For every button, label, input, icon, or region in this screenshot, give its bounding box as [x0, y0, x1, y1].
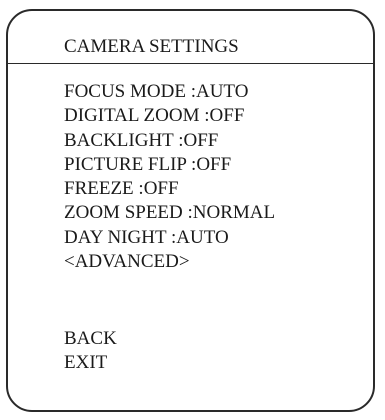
menu-item-freeze[interactable]: FREEZE :OFF — [64, 177, 275, 201]
navigation-list: BACK EXIT — [64, 327, 117, 376]
menu-item-value: OFF — [196, 153, 232, 175]
menu-item-backlight[interactable]: BACKLIGHT :OFF — [64, 129, 275, 153]
menu-item-label: DAY NIGHT — [64, 226, 167, 248]
menu-item-zoom-speed[interactable]: ZOOM SPEED :NORMAL — [64, 201, 275, 225]
menu-item-value: OFF — [183, 129, 219, 151]
menu-item-value: AUTO — [176, 226, 229, 248]
menu-item-focus-mode[interactable]: FOCUS MODE :AUTO — [64, 80, 275, 104]
menu-title: CAMERA SETTINGS — [64, 36, 239, 57]
exit-button[interactable]: EXIT — [64, 351, 117, 375]
title-divider — [6, 63, 375, 64]
menu-item-advanced[interactable]: <ADVANCED> — [64, 250, 275, 274]
menu-item-label: ZOOM SPEED — [64, 202, 183, 224]
menu-item-day-night[interactable]: DAY NIGHT :AUTO — [64, 226, 275, 250]
menu-item-digital-zoom[interactable]: DIGITAL ZOOM :OFF — [64, 104, 275, 128]
menu-item-value: OFF — [209, 105, 245, 127]
menu-item-value: AUTO — [195, 81, 249, 102]
menu-item-value: NORMAL — [192, 202, 276, 224]
menu-item-label: PICTURE FLIP — [64, 153, 187, 175]
settings-list: FOCUS MODE :AUTO DIGITAL ZOOM :OFF BACKL… — [64, 80, 275, 274]
menu-item-label: BACKLIGHT — [64, 129, 174, 151]
menu-item-label: FREEZE — [64, 178, 134, 200]
back-button[interactable]: BACK — [64, 327, 117, 351]
menu-item-label: DIGITAL ZOOM — [64, 105, 200, 127]
menu-item-label: FOCUS MODE — [64, 81, 186, 102]
menu-item-picture-flip[interactable]: PICTURE FLIP :OFF — [64, 153, 275, 177]
menu-item-value: OFF — [143, 178, 179, 200]
